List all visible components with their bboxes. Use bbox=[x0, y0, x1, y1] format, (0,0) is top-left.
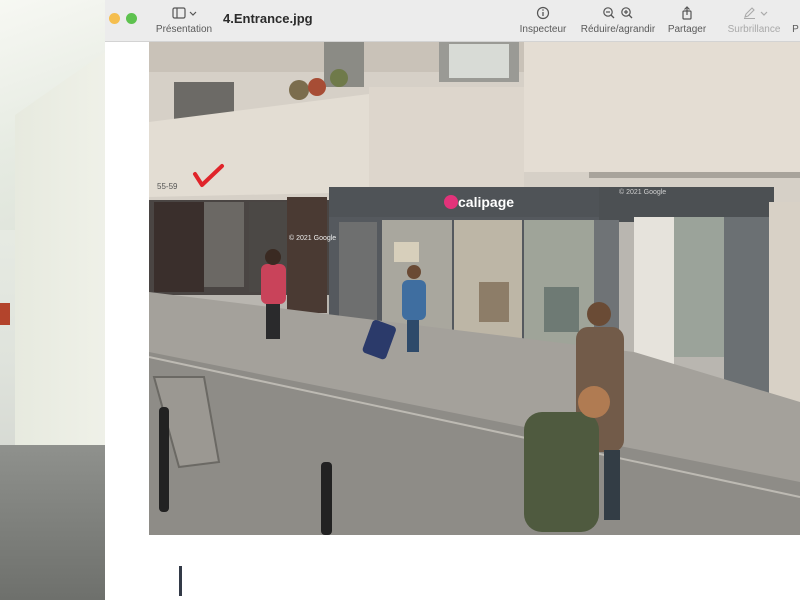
zoom-in-icon bbox=[621, 7, 633, 19]
highlight-button[interactable]: Surbrillance bbox=[719, 6, 789, 35]
document-title: 4.Entrance.jpg bbox=[223, 11, 313, 26]
sidebar-label: Présentation bbox=[155, 24, 213, 35]
share-button[interactable]: Partager bbox=[663, 6, 711, 35]
shop-sign: calipage bbox=[458, 194, 514, 210]
inspector-button[interactable]: Inspecteur bbox=[515, 6, 571, 35]
overflow-label: P bbox=[792, 24, 799, 35]
pen-icon bbox=[719, 6, 789, 22]
watermark-2: © 2021 Google bbox=[619, 188, 666, 196]
text-cursor bbox=[179, 566, 182, 596]
watermark: © 2021 Google bbox=[289, 234, 336, 242]
share-icon bbox=[663, 6, 711, 22]
red-sign bbox=[0, 303, 10, 325]
highlight-label: Surbrillance bbox=[727, 24, 781, 35]
share-label: Partager bbox=[667, 24, 707, 35]
minimize-button[interactable] bbox=[109, 13, 120, 24]
street-photo-graphic: 55-59 calipage © 2021 Google © 2021 Goog… bbox=[149, 42, 800, 535]
street-number: 55-59 bbox=[157, 182, 178, 191]
preview-window: Présentation 4.Entrance.jpg Inspecteur R… bbox=[105, 0, 800, 600]
sidebar-button[interactable]: Présentation bbox=[151, 6, 217, 35]
fullscreen-button[interactable] bbox=[126, 13, 137, 24]
overflow-button[interactable]: P bbox=[791, 6, 800, 35]
street-photo: 55-59 calipage © 2021 Google © 2021 Goog… bbox=[149, 42, 800, 535]
zoom-button-group[interactable]: Réduire/agrandir bbox=[575, 6, 661, 35]
zoom-label: Réduire/agrandir bbox=[580, 24, 656, 35]
sidebar-icon bbox=[151, 6, 217, 22]
window-titlebar: Présentation 4.Entrance.jpg Inspecteur R… bbox=[105, 0, 800, 42]
info-icon bbox=[515, 6, 571, 22]
inspector-label: Inspecteur bbox=[519, 24, 567, 35]
zoom-out-icon bbox=[603, 7, 615, 19]
shop-logo bbox=[444, 195, 458, 209]
